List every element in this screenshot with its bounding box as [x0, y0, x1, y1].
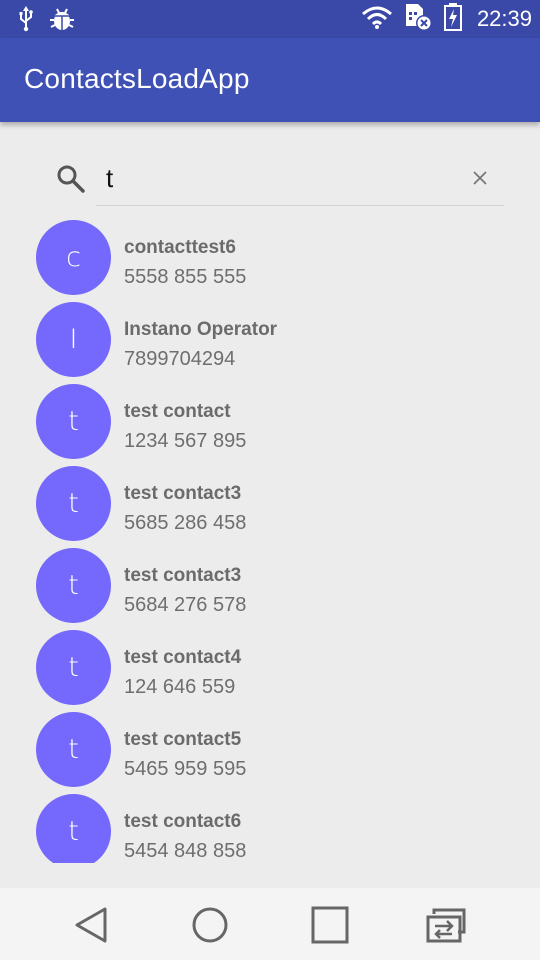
- contact-phone: 7899704294: [124, 348, 236, 370]
- contact-name: Instano Operator: [124, 319, 278, 340]
- avatar: c: [36, 220, 111, 295]
- list-item[interactable]: t test contact4 124 646 559: [0, 630, 540, 712]
- android-debug-icon: [50, 6, 74, 37]
- list-item[interactable]: t test contact5 5465 959 595: [0, 712, 540, 794]
- contact-phone: 124 646 559: [124, 676, 236, 698]
- contact-name: test contact5: [124, 729, 242, 750]
- app-title: ContactsLoadApp: [24, 63, 250, 94]
- contact-name: contacttest6: [124, 237, 236, 258]
- contact-phone: 1234 567 895: [124, 430, 247, 452]
- close-icon[interactable]: [470, 168, 490, 193]
- battery-charging-icon: [443, 2, 463, 37]
- contact-name: test contact6: [124, 811, 242, 832]
- avatar: t: [36, 712, 111, 787]
- contact-phone: 5684 276 578: [124, 594, 247, 616]
- list-item[interactable]: t test contact3 5684 276 578: [0, 548, 540, 630]
- list-item[interactable]: c contacttest6 5558 855 555: [0, 220, 540, 302]
- list-item[interactable]: t test contact3 5685 286 458: [0, 466, 540, 548]
- list-item[interactable]: I Instano Operator 7899704294: [0, 302, 540, 384]
- avatar: t: [36, 384, 111, 459]
- list-item[interactable]: t test contact6 5454 848 858: [0, 794, 540, 863]
- contact-phone: 5558 855 555: [124, 266, 247, 288]
- switch-app-icon[interactable]: [426, 906, 472, 949]
- status-bar: 22:39: [0, 0, 540, 38]
- avatar: t: [36, 630, 111, 705]
- sim-blocked-icon: [403, 2, 433, 37]
- avatar: I: [36, 302, 111, 377]
- contact-name: test contact3: [124, 483, 242, 504]
- home-icon[interactable]: [191, 906, 229, 949]
- contact-phone: 5685 286 458: [124, 512, 247, 534]
- avatar: t: [36, 794, 111, 863]
- search-input[interactable]: [96, 152, 504, 206]
- usb-icon: [18, 6, 34, 37]
- avatar: t: [36, 548, 111, 623]
- navigation-bar: [0, 888, 540, 960]
- contact-name: test contact3: [124, 565, 242, 586]
- recents-icon[interactable]: [311, 906, 349, 949]
- list-item[interactable]: t test contact 1234 567 895: [0, 384, 540, 466]
- contact-phone: 5454 848 858: [124, 840, 247, 862]
- contact-name: test contact: [124, 401, 231, 422]
- status-time: 22:39: [476, 6, 532, 31]
- contact-phone: 5465 959 595: [124, 758, 247, 780]
- contact-list[interactable]: c contacttest6 5558 855 555 I Instano Op…: [0, 220, 540, 863]
- avatar: t: [36, 466, 111, 541]
- wifi-icon: [361, 5, 393, 34]
- search-bar: [56, 152, 506, 207]
- back-icon[interactable]: [73, 906, 109, 949]
- app-bar: ContactsLoadApp: [0, 38, 540, 122]
- contact-name: test contact4: [124, 647, 242, 668]
- search-icon[interactable]: [56, 164, 86, 199]
